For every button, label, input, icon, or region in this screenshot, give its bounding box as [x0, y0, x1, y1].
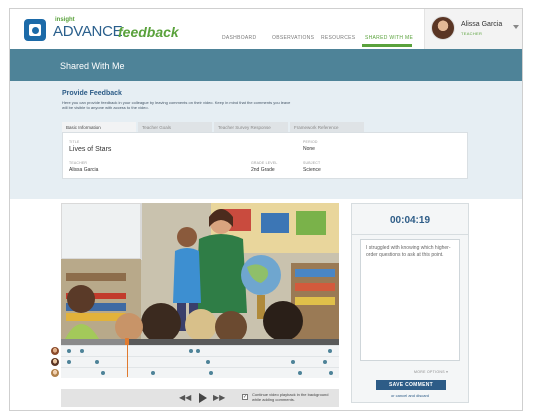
grade-label: GRADE LEVEL — [251, 161, 278, 165]
comment-marker[interactable] — [67, 349, 71, 353]
comment-textarea[interactable]: I struggled with knowing which higher-or… — [360, 239, 460, 361]
comment-marker[interactable] — [206, 360, 210, 364]
comment-marker[interactable] — [101, 371, 105, 375]
comment-track — [51, 367, 339, 378]
more-options-label: MORE OPTIONS — [414, 370, 445, 374]
app-frame: insight ADVANCE feedback DASHBOARD OBSER… — [9, 8, 523, 411]
player-controls: ◀◀ ▶▶ ✓ Continue video playback in the b… — [61, 389, 339, 407]
divider — [352, 234, 468, 235]
tab-basic-information[interactable]: Basic Information — [62, 122, 136, 132]
user-role: TEACHER — [461, 31, 483, 36]
comment-marker[interactable] — [151, 371, 155, 375]
nav-observations[interactable]: OBSERVATIONS — [272, 35, 314, 41]
cancel-discard-link[interactable]: or cancel and discard — [352, 393, 468, 398]
user-name: Alissa Garcia — [461, 21, 503, 28]
grade-value: 2nd Grade — [251, 167, 275, 173]
comment-marker[interactable] — [323, 360, 327, 364]
commenter-avatar-icon — [51, 369, 59, 377]
title-value: Lives of Stars — [69, 146, 112, 153]
rewind-button[interactable]: ◀◀ — [179, 393, 191, 402]
commenter-avatar-icon — [51, 347, 59, 355]
period-value: None — [303, 146, 315, 152]
logo-suffix: feedback — [118, 24, 179, 40]
comment-track — [51, 356, 339, 367]
top-navbar: insight ADVANCE feedback DASHBOARD OBSER… — [10, 9, 522, 49]
continue-playback-label: Continue video playback in the backgroun… — [252, 392, 329, 402]
play-button[interactable] — [199, 393, 207, 403]
nav-resources[interactable]: RESOURCES — [321, 35, 355, 41]
active-nav-indicator — [362, 44, 412, 47]
subject-value: Science — [303, 167, 321, 173]
comment-marker[interactable] — [95, 360, 99, 364]
nav-dashboard[interactable]: DASHBOARD — [222, 35, 256, 41]
continue-playback-checkbox[interactable]: ✓ — [242, 394, 248, 400]
teacher-label: TEACHER — [69, 161, 88, 165]
nav-shared-with-me[interactable]: SHARED WITH ME — [365, 35, 413, 41]
more-options-link[interactable]: MORE OPTIONS ▾ — [414, 370, 448, 374]
save-comment-button[interactable]: SAVE COMMENT — [376, 380, 446, 390]
logo-icon — [24, 19, 46, 41]
user-menu[interactable]: Alissa Garcia TEACHER — [424, 9, 522, 49]
chevron-down-icon[interactable] — [513, 25, 519, 29]
playhead-line — [127, 345, 128, 377]
comment-marker[interactable] — [189, 349, 193, 353]
comment-marker[interactable] — [291, 360, 295, 364]
comment-marker[interactable] — [209, 371, 213, 375]
tab-framework-reference[interactable]: Framework Reference — [290, 122, 364, 132]
feedback-title: Provide Feedback — [62, 90, 122, 97]
comment-marker[interactable] — [67, 360, 71, 364]
logo-main: ADVANCE — [53, 23, 123, 40]
period-label: PERIOD — [303, 140, 318, 144]
tab-teacher-survey-response[interactable]: Teacher Survey Response — [214, 122, 288, 132]
feedback-panel: Provide Feedback Here you can provide fe… — [10, 81, 522, 199]
comment-panel: 00:04:19 I struggled with knowing which … — [351, 203, 469, 403]
comment-marker[interactable] — [196, 349, 200, 353]
feedback-description: Here you can provide feedback in your co… — [62, 100, 291, 110]
commenter-avatar-icon — [51, 358, 59, 366]
comment-marker[interactable] — [298, 371, 302, 375]
comment-marker[interactable] — [329, 371, 333, 375]
page-header: Shared With Me — [10, 49, 522, 81]
teacher-value: Alissa Garcia — [69, 167, 99, 173]
video-player[interactable] — [61, 203, 339, 339]
basic-info-card: TITLE Lives of Stars TEACHER Alissa Garc… — [62, 132, 468, 179]
comment-timestamp: 00:04:19 — [389, 215, 431, 226]
avatar — [431, 16, 455, 40]
comment-marker[interactable] — [328, 349, 332, 353]
comment-track — [51, 345, 339, 356]
subject-label: SUBJECT — [303, 161, 321, 165]
fast-forward-button[interactable]: ▶▶ — [213, 393, 225, 402]
tab-teacher-goals[interactable]: Teacher Goals — [138, 122, 212, 132]
title-label: TITLE — [69, 140, 80, 144]
page-title: Shared With Me — [60, 61, 125, 71]
comment-marker[interactable] — [80, 349, 84, 353]
video-frame-image — [61, 203, 339, 339]
